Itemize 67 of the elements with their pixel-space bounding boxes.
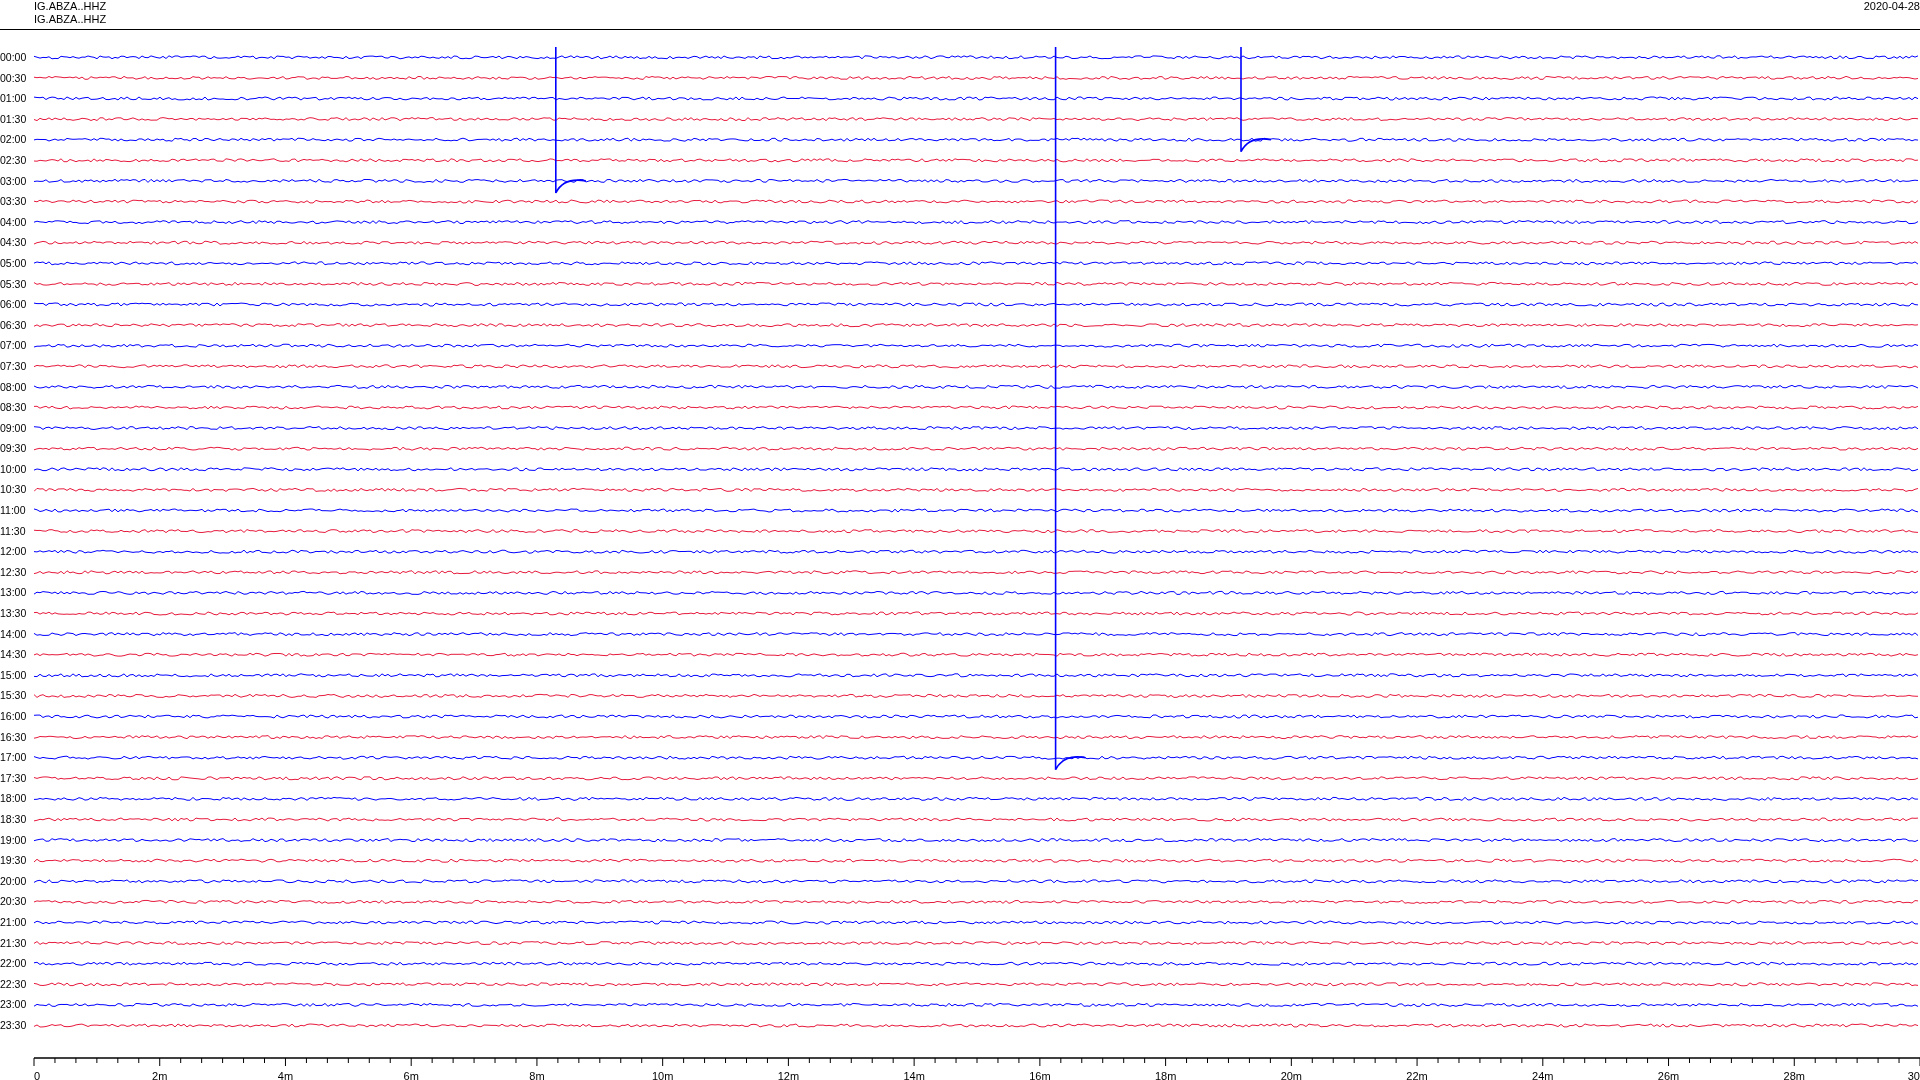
time-label: 11:30 (0, 523, 27, 539)
time-label: 10:30 (0, 482, 28, 498)
time-label: 07:30 (0, 358, 28, 374)
time-label: 23:30 (0, 1017, 28, 1033)
axis-label: 22m (1406, 1069, 1428, 1080)
axis-label: 20m (1280, 1069, 1303, 1080)
time-label: 17:00 (0, 750, 28, 766)
time-label: 19:30 (0, 853, 28, 869)
time-label: 23:00 (0, 997, 28, 1013)
time-label: 22:30 (0, 976, 28, 992)
time-label: 05:30 (0, 276, 28, 292)
time-label: 16:00 (0, 709, 28, 724)
time-label: 20:30 (0, 894, 28, 910)
axis-label: 2m (152, 1069, 168, 1080)
time-label: 08:00 (0, 379, 28, 395)
time-label: 18:00 (0, 791, 28, 807)
time-label: 06:00 (0, 297, 28, 313)
station-label: IG.ABZA..HHZ (34, 13, 107, 26)
axis-label: 30 (1907, 1069, 1920, 1080)
axis-label: 16m (1029, 1069, 1051, 1080)
time-label: 01:30 (0, 111, 28, 127)
axis-label: 12m (777, 1069, 800, 1080)
time-label: 15:00 (0, 667, 28, 683)
time-label: 10:00 (0, 461, 28, 477)
time-label: 02:00 (0, 132, 28, 148)
time-label: 00:30 (0, 70, 28, 86)
time-label: 20:00 (0, 873, 28, 889)
time-label: 21:00 (0, 914, 28, 930)
axis-label: 18m (1154, 1069, 1177, 1080)
time-label: 04:00 (0, 214, 28, 230)
time-label: 11:00 (0, 503, 27, 519)
time-label: 12:30 (0, 564, 28, 580)
time-label: 04:30 (0, 235, 28, 251)
axis-label: 8m (529, 1069, 545, 1080)
axis-label: 10m (651, 1069, 674, 1080)
axis-label: 28m (1783, 1069, 1805, 1080)
time-label: 14:30 (0, 647, 28, 663)
axis-label: 26m (1657, 1069, 1680, 1080)
axis-label: 0 (34, 1069, 41, 1080)
axis-label: 4m (277, 1069, 294, 1080)
time-label: 03:30 (0, 194, 28, 210)
axis-label: 6m (403, 1069, 419, 1080)
time-label: 15:30 (0, 688, 28, 704)
time-label: 05:00 (0, 255, 28, 271)
time-label: 18:30 (0, 811, 28, 827)
date-label: 2020-04-28 (1863, 0, 1920, 14)
time-label: 09:30 (0, 441, 28, 457)
time-label: 22:00 (0, 956, 28, 972)
time-label: 16:30 (0, 729, 28, 745)
time-label: 08:30 (0, 400, 28, 416)
axis-label: 14m (903, 1069, 925, 1080)
time-label: 13:00 (0, 585, 28, 601)
time-label: 21:30 (0, 935, 28, 951)
time-label: 13:30 (0, 606, 28, 622)
time-label: 01:00 (0, 91, 28, 107)
time-label: 09:00 (0, 420, 28, 436)
time-label: 14:00 (0, 626, 28, 642)
time-label: 19:00 (0, 832, 28, 848)
time-label: 02:30 (0, 152, 28, 168)
axis-label: 24m (1532, 1069, 1554, 1080)
time-label: 07:00 (0, 338, 28, 354)
time-label: 00:00 (0, 50, 28, 65)
time-label: 06:30 (0, 317, 28, 333)
time-label: 03:00 (0, 173, 28, 189)
station-label: IG.ABZA..HHZ (34, 0, 107, 13)
time-label: 17:30 (0, 770, 28, 786)
time-label: 12:00 (0, 544, 28, 560)
